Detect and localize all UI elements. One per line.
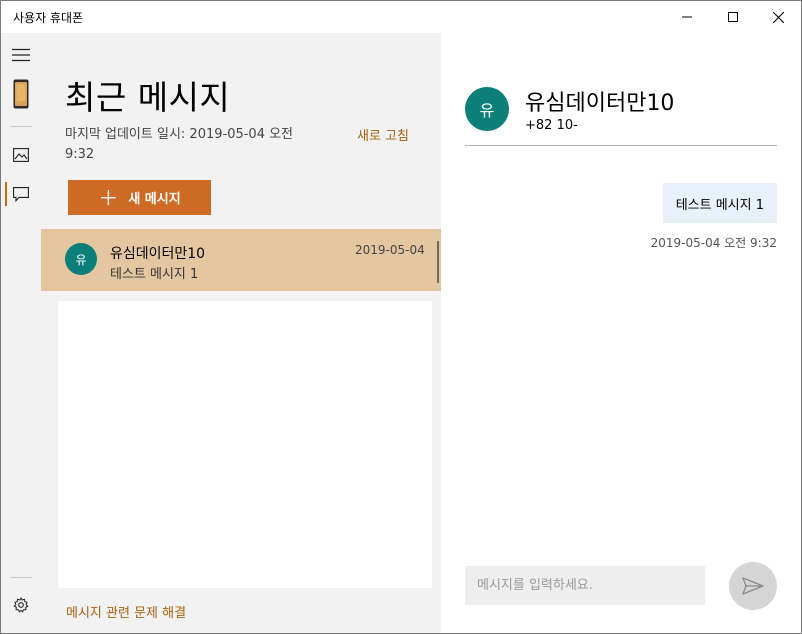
contact-avatar: 유 [465,87,509,131]
troubleshoot-link[interactable]: 메시지 관련 문제 해결 [66,602,186,621]
maximize-icon [728,12,738,22]
hamburger-menu-icon [12,48,30,62]
contact-phone: +82 10- [525,118,578,133]
plus-icon: ＋ [98,185,119,210]
message-timestamp: 2019-05-04 오전 9:32 [650,236,777,250]
message-input[interactable] [465,566,705,605]
rail-divider-bottom [10,577,32,578]
message-bubble: 테스트 메시지 1 [662,183,777,223]
messages-icon [13,186,29,202]
maximize-button[interactable] [710,1,756,33]
phone-nav-item[interactable] [1,77,41,111]
conversation-list-item[interactable]: 유 유심데이터만10 테스트 메시지 1 2019-05-04 [41,229,441,291]
photos-nav-item[interactable] [1,143,41,167]
settings-nav-item[interactable] [1,593,41,617]
new-message-label: 새 메시지 [128,192,181,207]
hamburger-menu-button[interactable] [1,43,41,67]
message-list-panel: 최근 메시지 마지막 업데이트 일시: 2019-05-04 오전 9:32 새… [41,33,441,633]
list-scrollbar[interactable] [437,241,439,283]
refresh-link[interactable]: 새로 고침 [357,125,409,144]
minimize-icon [682,16,692,18]
left-navigation-rail [1,33,41,633]
last-updated-text: 마지막 업데이트 일시: 2019-05-04 오전 9:32 [65,127,294,162]
header-divider [465,145,777,146]
app-window: 사용자 휴대폰 최근 메시지 마지막 업데이트 일시: 2019-05-04 오… [0,0,802,634]
page-title: 최근 메시지 [65,78,231,117]
contact-name-header: 유심데이터만10 [525,91,675,116]
conversation-panel: 유 유심데이터만10 +82 10- 테스트 메시지 1 2019-05-04 … [441,33,801,633]
app-title: 사용자 휴대폰 [13,11,84,25]
new-message-button[interactable]: ＋ 새 메시지 [68,180,211,215]
title-bar: 사용자 휴대폰 [1,1,801,33]
avatar: 유 [65,243,97,275]
contact-name: 유심데이터만10 [110,246,206,262]
phone-icon [13,79,29,109]
close-icon [772,11,784,23]
send-icon [742,577,764,595]
minimize-button[interactable] [664,1,710,33]
message-preview: 테스트 메시지 1 [110,267,199,282]
settings-gear-icon [13,597,29,613]
close-button[interactable] [755,1,801,33]
messages-nav-item[interactable] [1,182,41,206]
conversation-date: 2019-05-04 [355,243,425,257]
conversation-list-empty-area [58,301,432,588]
send-button[interactable] [729,562,777,610]
photos-icon [13,148,29,162]
rail-divider [10,126,32,127]
